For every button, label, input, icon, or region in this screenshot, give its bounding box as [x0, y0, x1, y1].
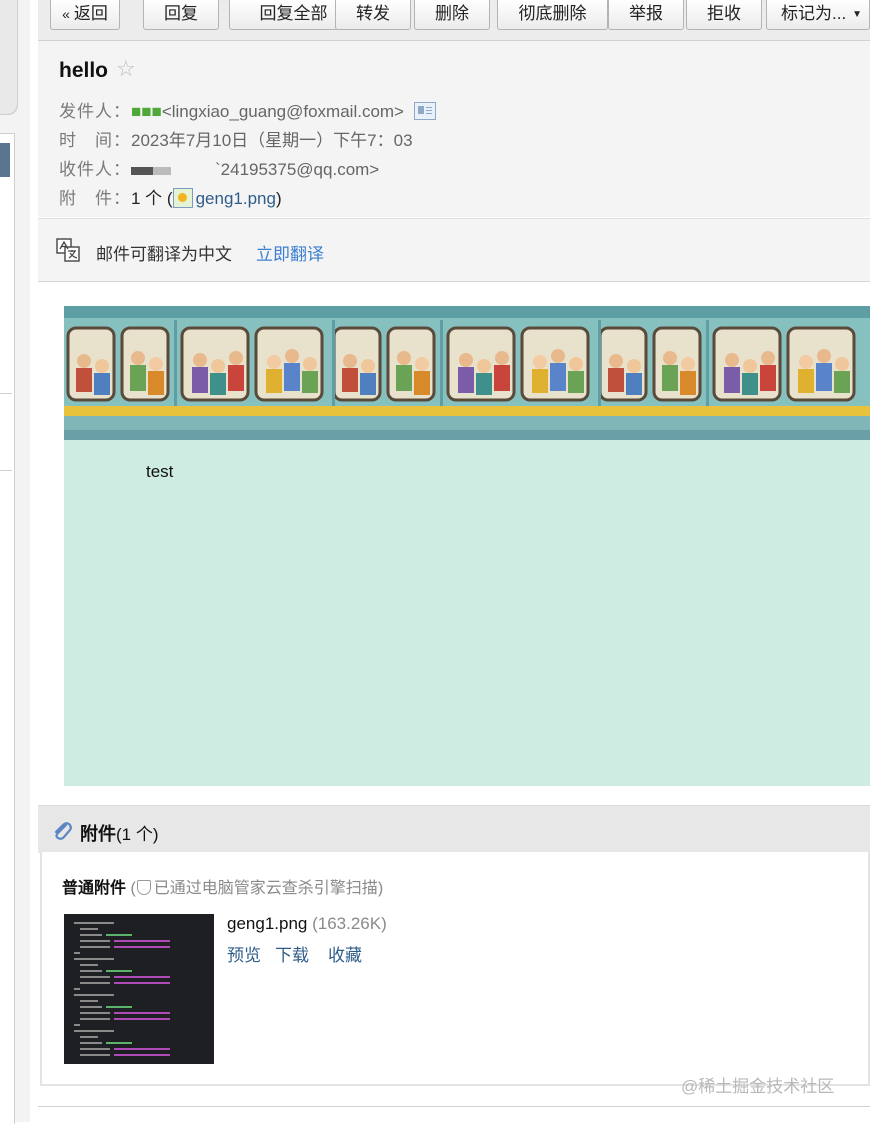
attach-label: 附 件：	[59, 189, 131, 208]
sender-name[interactable]: ■■■	[131, 102, 162, 121]
from-label: 发件人：	[59, 102, 131, 121]
left-panel-divider	[0, 393, 12, 394]
attachments-header: 附件(1 个)	[38, 805, 870, 853]
attachment-thumbnail[interactable]	[64, 914, 214, 1064]
left-panel-edge	[0, 0, 30, 1124]
report-button[interactable]: 举报	[608, 0, 684, 30]
save-to-favorites-link[interactable]: 收藏	[328, 941, 362, 966]
left-panel-selected-item[interactable]	[0, 143, 10, 177]
normal-attachments-label: 普通附件 (已通过电脑管家云查杀引擎扫描)	[62, 880, 384, 897]
watermark: @稀土掘金技术社区	[681, 1077, 835, 1096]
scan-note: 已通过电脑管家云查杀引擎扫描	[153, 880, 378, 897]
image-file-icon	[172, 188, 193, 208]
time-value: 2023年7月10日（星期一）下午7：03	[131, 131, 413, 150]
mark-as-dropdown[interactable]: 标记为... ▼	[766, 0, 870, 30]
delete-permanently-button[interactable]: 彻底删除	[497, 0, 608, 30]
attachment-file-name: geng1.png (163.26K)	[227, 914, 387, 933]
to-row: 收件人： `24195375@qq.com>	[59, 155, 379, 180]
shield-icon	[136, 880, 151, 895]
recipient-address[interactable]: `24195375@qq.com>	[215, 160, 379, 179]
reject-button[interactable]: 拒收	[686, 0, 762, 30]
preview-link[interactable]: 预览	[227, 941, 261, 966]
attachments-title: 附件(1 个)	[80, 824, 159, 844]
divider	[38, 1106, 870, 1107]
translate-hint: 邮件可翻译为中文	[96, 245, 232, 264]
double-chevron-left-icon: «	[62, 6, 70, 22]
reply-button[interactable]: 回复	[143, 0, 219, 30]
time-row: 时 间：2023年7月10日（星期一）下午7：03	[59, 126, 413, 151]
time-label: 时 间：	[59, 131, 131, 150]
to-label: 收件人：	[59, 160, 131, 179]
download-link[interactable]: 下载	[275, 941, 309, 966]
translate-now-link[interactable]: 立即翻译	[256, 240, 324, 265]
attachment-row: 附 件：1 个 (geng1.png)	[59, 184, 282, 209]
translate-icon	[56, 238, 80, 262]
caret-down-icon: ▼	[852, 9, 863, 20]
email-body: test	[64, 440, 870, 786]
paperclip-icon	[54, 822, 72, 840]
contact-card-icon[interactable]	[414, 102, 436, 120]
attach-count: 1 个	[131, 189, 163, 208]
sender-address[interactable]: <lingxiao_guang@foxmail.com>	[162, 102, 404, 121]
mail-header: hello ☆ 发件人：■■■<lingxiao_guang@foxmail.c…	[38, 41, 870, 217]
redacted-block	[153, 166, 171, 175]
mail-subject: hello	[59, 59, 109, 82]
email-banner-image	[64, 306, 870, 440]
email-body-text: test	[146, 462, 174, 481]
attachment-link[interactable]: geng1.png	[196, 189, 276, 208]
left-panel-corner	[0, 0, 18, 115]
delete-button[interactable]: 删除	[414, 0, 490, 30]
translate-bar: 邮件可翻译为中文 立即翻译	[38, 218, 870, 282]
left-panel-divider	[0, 470, 12, 471]
train-illustration	[64, 306, 870, 440]
mail-toolbar: «返回 回复 回复全部 转发 删除 彻底删除 举报 拒收 标记为... ▼	[38, 0, 870, 41]
from-row: 发件人：■■■<lingxiao_guang@foxmail.com>	[59, 97, 436, 122]
redacted-block	[131, 166, 153, 175]
left-panel-list	[0, 133, 15, 1124]
attachment-file-size: (163.26K)	[312, 914, 387, 933]
attachments-count: (1 个)	[116, 825, 159, 844]
back-button[interactable]: «返回	[50, 0, 120, 30]
star-icon[interactable]: ☆	[116, 56, 136, 82]
mail-reader: «返回 回复 回复全部 转发 删除 彻底删除 举报 拒收 标记为... ▼ hel…	[38, 0, 870, 1122]
forward-button[interactable]: 转发	[335, 0, 411, 30]
attachments-panel: 普通附件 (已通过电脑管家云查杀引擎扫描) geng1.png (163.26K…	[40, 852, 870, 1086]
